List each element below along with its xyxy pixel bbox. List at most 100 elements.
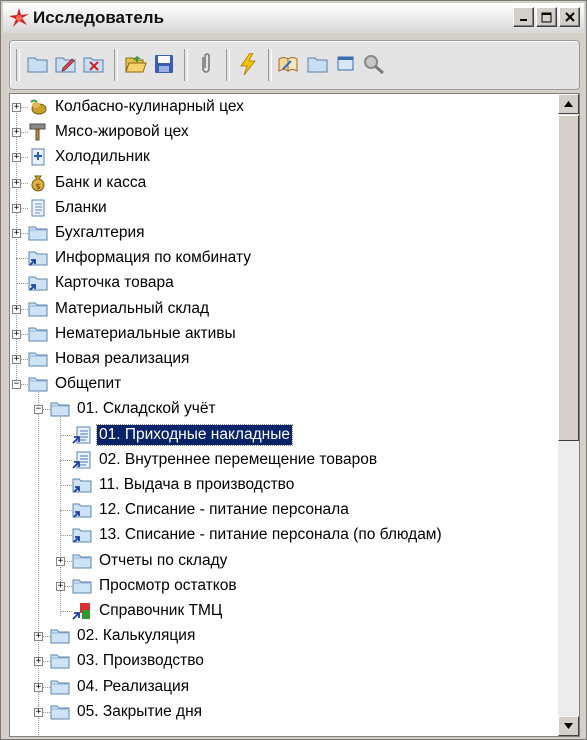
expand-icon[interactable]: + bbox=[34, 682, 43, 692]
app-logo-icon bbox=[9, 8, 29, 27]
book-button[interactable] bbox=[276, 52, 300, 76]
tree-item[interactable]: 03. Производство bbox=[50, 649, 206, 673]
tree-item-label: 11. Выдача в производство bbox=[99, 476, 295, 493]
tree-panel: + Колбасно-кулинарный цех + Мясо-жировой це… bbox=[9, 93, 580, 737]
folder-icon bbox=[72, 577, 92, 595]
lightning-icon bbox=[240, 53, 256, 75]
book-icon bbox=[278, 57, 298, 72]
tree-item-label: 01. Складской учёт bbox=[77, 400, 216, 418]
tree-item[interactable]: Просмотр остатков bbox=[72, 574, 239, 598]
expand-icon[interactable]: + bbox=[12, 128, 21, 138]
expand-icon[interactable]: + bbox=[12, 153, 21, 163]
folder-shortcut-icon bbox=[28, 249, 48, 267]
folder-shortcut-icon bbox=[28, 274, 48, 292]
expand-icon[interactable]: + bbox=[12, 329, 21, 339]
expand-icon[interactable]: + bbox=[12, 229, 21, 238]
tree-item[interactable]: 02. Внутреннее перемещение товаров bbox=[72, 448, 379, 472]
window-icon bbox=[337, 56, 354, 71]
tree-item[interactable]: Материальный склад bbox=[28, 297, 211, 321]
new-folder-icon bbox=[27, 57, 48, 73]
collapse-icon[interactable]: − bbox=[34, 405, 43, 415]
delete-button[interactable] bbox=[82, 52, 106, 76]
tree-item[interactable]: 02. Калькуляция bbox=[50, 624, 197, 648]
tree-item[interactable]: Холодильник bbox=[28, 145, 152, 169]
tree-item[interactable]: 13. Списание - питание персонала (по блю… bbox=[72, 523, 444, 547]
maximize-button[interactable] bbox=[536, 7, 557, 27]
expand-icon[interactable]: + bbox=[12, 103, 21, 112]
tree-item[interactable]: 04. Реализация bbox=[50, 675, 191, 699]
tree-item[interactable]: Новая реализация bbox=[28, 347, 191, 371]
expand-icon[interactable]: + bbox=[34, 707, 43, 717]
expand-icon[interactable]: + bbox=[12, 355, 21, 364]
tree-item[interactable]: Отчеты по складу bbox=[72, 549, 229, 573]
tree-item-label: Мясо-жировой цех bbox=[55, 123, 189, 141]
scroll-up-button[interactable] bbox=[558, 94, 579, 114]
run-button[interactable] bbox=[236, 52, 260, 76]
folder-button[interactable] bbox=[306, 52, 330, 76]
folder-icon bbox=[50, 652, 70, 670]
new-folder-button[interactable] bbox=[26, 52, 50, 76]
tree-item-label: 12. Списание - питание персонала bbox=[99, 501, 349, 519]
document-shortcut-icon bbox=[72, 426, 92, 444]
tree-item-label: 04. Реализация bbox=[77, 677, 190, 695]
document-shortcut-icon bbox=[72, 451, 92, 469]
attach-button[interactable] bbox=[194, 52, 218, 76]
tree-item-label: 03. Производство bbox=[77, 652, 204, 670]
folder-shortcut-icon bbox=[72, 526, 92, 544]
scroll-thumb[interactable] bbox=[558, 115, 579, 441]
tree-item-label: Холодильник bbox=[55, 148, 150, 166]
expand-icon[interactable]: + bbox=[34, 632, 43, 642]
window-title: Исследователь bbox=[33, 8, 165, 27]
tree-item[interactable]: 05. Закрытие дня bbox=[50, 700, 204, 724]
expand-icon[interactable]: + bbox=[56, 556, 65, 566]
collapse-icon[interactable]: − bbox=[12, 380, 21, 390]
expand-icon[interactable]: + bbox=[12, 203, 21, 213]
expand-icon[interactable]: + bbox=[34, 657, 43, 667]
minimize-button[interactable] bbox=[513, 7, 534, 27]
tree-item-label: Банк и касса bbox=[55, 173, 147, 191]
tree-item[interactable]: 11. Выдача в производство bbox=[72, 473, 296, 497]
arrow-up-icon bbox=[564, 101, 573, 107]
folder-icon bbox=[28, 375, 48, 393]
scroll-down-button[interactable] bbox=[558, 716, 579, 736]
tree-item-label: Бланки bbox=[55, 198, 107, 216]
tree-item[interactable]: Общепит bbox=[28, 372, 123, 396]
tree-item[interactable]: Колбасно-кулинарный цех bbox=[28, 95, 246, 119]
search-button[interactable] bbox=[362, 52, 386, 76]
form-icon bbox=[28, 199, 48, 217]
edit-button[interactable] bbox=[54, 52, 78, 76]
tree-item-label: Карточка товара bbox=[55, 274, 174, 292]
vertical-scrollbar[interactable] bbox=[558, 94, 579, 736]
tree-item[interactable]: Нематериальные активы bbox=[28, 322, 238, 346]
folder-icon bbox=[50, 678, 70, 696]
tree-item[interactable]: Мясо-жировой цех bbox=[28, 120, 191, 144]
tree-item-label: 01. Приходные накладные bbox=[96, 423, 293, 446]
folder-icon bbox=[28, 350, 48, 368]
tree-item[interactable]: $ Банк и касса bbox=[28, 171, 148, 195]
arrow-down-icon bbox=[564, 723, 573, 729]
expand-icon[interactable]: + bbox=[56, 581, 65, 591]
folder-shortcut-icon bbox=[72, 476, 92, 494]
open-button[interactable] bbox=[124, 52, 148, 76]
magnifier-icon bbox=[364, 55, 384, 74]
title-bar[interactable]: Исследователь bbox=[3, 3, 584, 33]
tree-item[interactable]: 01. Складской учёт bbox=[50, 397, 218, 421]
tree-item-label: Нематериальные активы bbox=[55, 324, 236, 342]
tree-item[interactable]: Карточка товара bbox=[28, 271, 176, 295]
tree-item[interactable]: Информация по комбинату bbox=[28, 246, 253, 270]
expand-icon[interactable]: + bbox=[12, 178, 21, 188]
window-button[interactable] bbox=[334, 52, 358, 76]
folder-shortcut-icon bbox=[72, 501, 92, 519]
tree-item[interactable]: Бланки bbox=[28, 196, 109, 220]
tree-item[interactable]: Справочник ТМЦ bbox=[72, 599, 224, 623]
save-button[interactable] bbox=[152, 52, 176, 76]
tree-item[interactable]: 12. Списание - питание персонала bbox=[72, 498, 351, 522]
expand-icon[interactable]: + bbox=[12, 304, 21, 314]
folder-icon bbox=[28, 325, 48, 343]
close-button[interactable] bbox=[559, 7, 580, 27]
explorer-tree[interactable]: + Колбасно-кулинарный цех + Мясо-жировой це… bbox=[10, 94, 558, 736]
tree-item[interactable]: Бухгалтерия bbox=[28, 221, 147, 245]
open-folder-icon bbox=[125, 56, 147, 73]
tree-item-label: Новая реализация bbox=[55, 350, 190, 367]
tree-item[interactable]: 01. Приходные накладные bbox=[72, 423, 293, 447]
